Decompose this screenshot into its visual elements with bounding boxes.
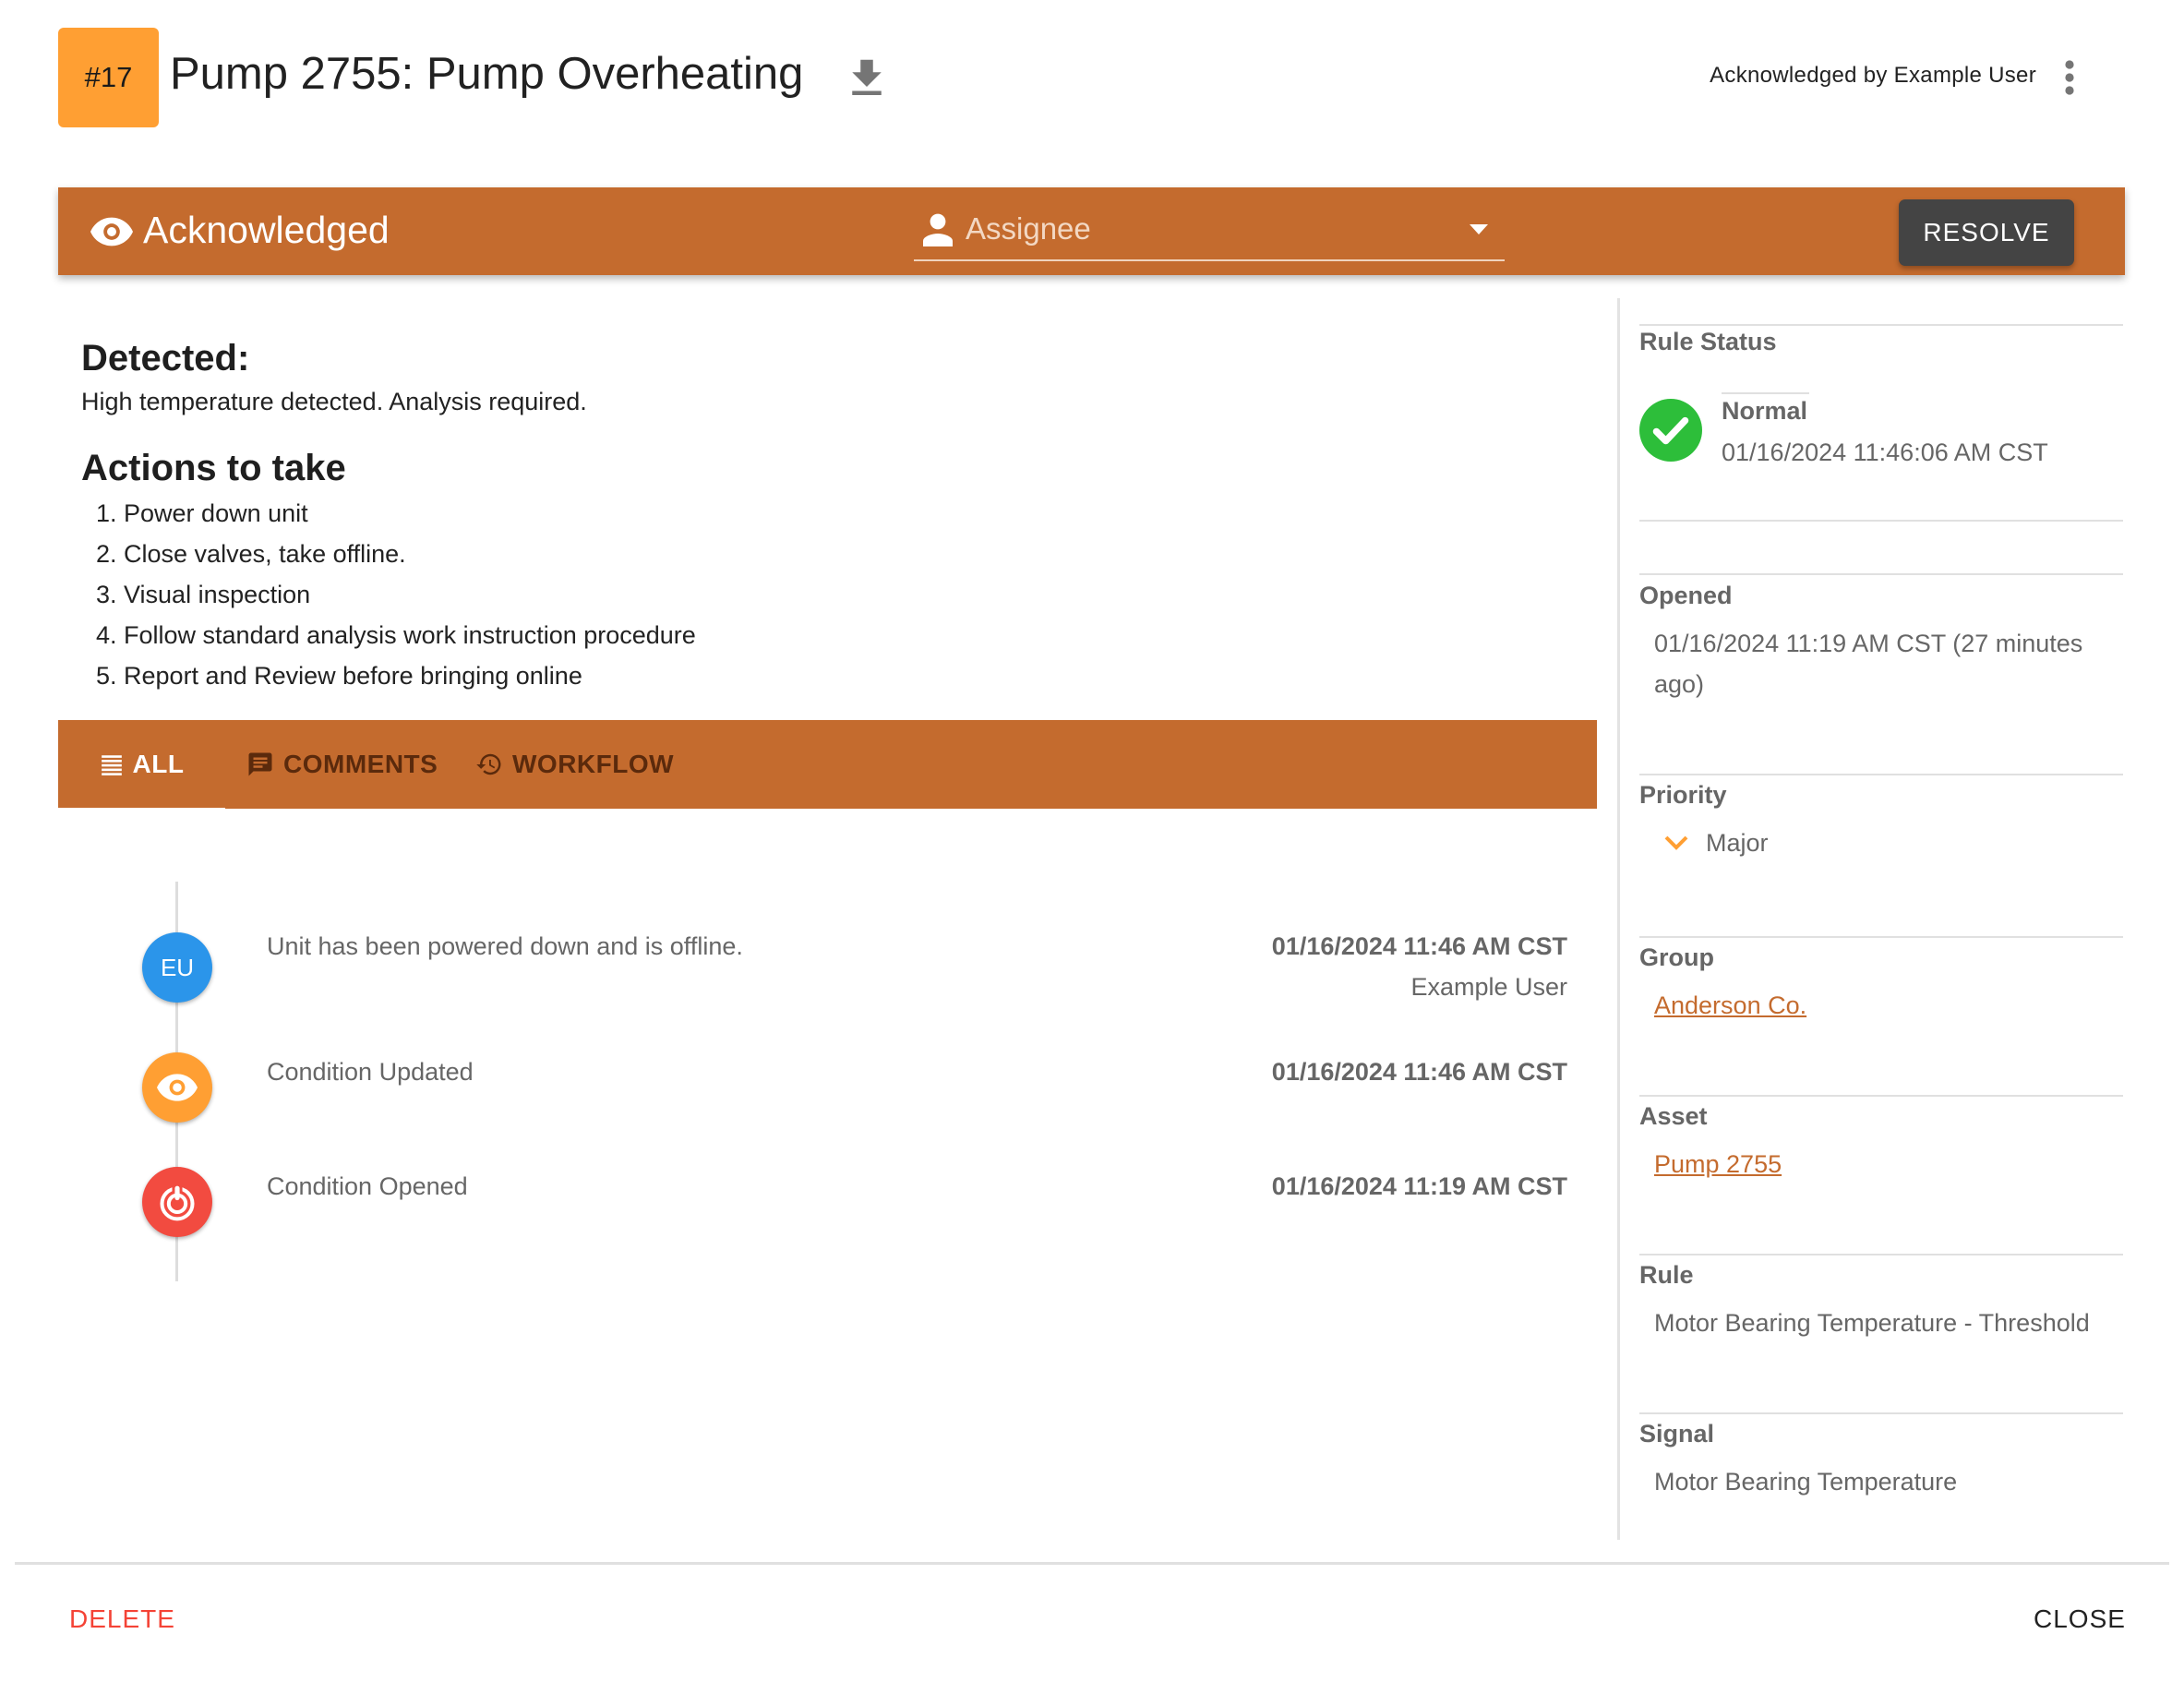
actions-list: 1. Power down unit 2. Close valves, take… bbox=[96, 495, 696, 698]
alarm-target-icon bbox=[160, 1183, 195, 1221]
action-item: 5. Report and Review before bringing onl… bbox=[96, 662, 582, 690]
section-separator bbox=[1639, 936, 2123, 938]
rule-status-timestamp: 01/16/2024 11:46:06 AM CST bbox=[1722, 439, 2048, 466]
condition-number-badge: #17 bbox=[58, 28, 159, 127]
section-separator bbox=[1639, 1254, 2123, 1255]
section-separator bbox=[1639, 520, 2123, 522]
comment-icon bbox=[248, 752, 272, 776]
status-bar: Acknowledged Assignee RESOLVE bbox=[58, 187, 2125, 275]
condition-opened-avatar bbox=[142, 1167, 212, 1237]
history-icon bbox=[476, 753, 501, 775]
user-avatar: EU bbox=[142, 932, 212, 1003]
detected-heading: Detected: bbox=[81, 338, 250, 378]
rule-status-label: Rule Status bbox=[1639, 328, 1777, 355]
activity-tabs: ALL COMMENTS WORKFLOW bbox=[58, 720, 1597, 812]
priority-value: Major bbox=[1706, 829, 1769, 857]
opened-label: Opened bbox=[1639, 582, 1733, 609]
section-separator bbox=[1639, 774, 2123, 775]
tab-all[interactable]: ALL bbox=[58, 720, 225, 812]
assignee-select[interactable]: Assignee bbox=[914, 208, 1505, 261]
section-separator bbox=[1639, 573, 2123, 575]
acknowledged-by-text: Acknowledged by Example User bbox=[1710, 63, 2036, 88]
action-item: 4. Follow standard analysis work instruc… bbox=[96, 621, 696, 649]
action-item: 1. Power down unit bbox=[96, 499, 308, 527]
page-title: Pump 2755: Pump Overheating bbox=[170, 49, 804, 99]
eye-icon bbox=[90, 217, 133, 246]
tab-label: COMMENTS bbox=[283, 750, 438, 778]
timeline-entry-time: 01/16/2024 11:46 AM CST bbox=[1271, 1058, 1567, 1086]
timeline-entry-text: Unit has been powered down and is offlin… bbox=[267, 932, 743, 960]
rule-value: Motor Bearing Temperature - Threshold bbox=[1654, 1309, 2090, 1337]
section-separator bbox=[1639, 324, 2123, 326]
sidebar-divider bbox=[1617, 298, 1620, 1540]
timeline-entry-time: 01/16/2024 11:19 AM CST bbox=[1271, 1172, 1567, 1200]
timeline-entry-text: Condition Opened bbox=[267, 1172, 468, 1200]
section-separator bbox=[1639, 1095, 2123, 1097]
close-button[interactable]: CLOSE bbox=[2034, 1604, 2126, 1634]
signal-label: Signal bbox=[1639, 1420, 1715, 1448]
status-label: Acknowledged bbox=[143, 209, 390, 251]
download-button[interactable] bbox=[842, 54, 892, 103]
asset-label: Asset bbox=[1639, 1102, 1708, 1130]
check-circle-icon bbox=[1639, 399, 1702, 462]
opened-value: 01/16/2024 11:19 AM CST (27 minutes ago) bbox=[1654, 630, 2083, 698]
download-icon bbox=[852, 59, 882, 95]
eye-icon bbox=[157, 1074, 198, 1101]
dropdown-arrow-icon bbox=[1470, 224, 1488, 234]
priority-label: Priority bbox=[1639, 781, 1727, 809]
group-link[interactable]: Anderson Co. bbox=[1654, 985, 1806, 1026]
group-label: Group bbox=[1639, 943, 1714, 971]
resolve-button[interactable]: RESOLVE bbox=[1899, 199, 2074, 266]
list-icon bbox=[101, 755, 122, 775]
tab-label: ALL bbox=[132, 750, 185, 778]
tab-workflow[interactable]: WORKFLOW bbox=[475, 720, 674, 809]
section-separator bbox=[1639, 1412, 2123, 1414]
detected-text: High temperature detected. Analysis requ… bbox=[81, 388, 587, 415]
delete-button[interactable]: DELETE bbox=[69, 1604, 175, 1634]
action-item: 2. Close valves, take offline. bbox=[96, 540, 406, 568]
footer-divider bbox=[15, 1562, 2169, 1565]
avatar-initials: EU bbox=[160, 953, 195, 981]
asset-link[interactable]: Pump 2755 bbox=[1654, 1144, 1782, 1184]
more-vert-icon bbox=[2065, 60, 2074, 95]
timeline-entry-user: Example User bbox=[1410, 973, 1567, 1001]
actions-heading: Actions to take bbox=[81, 448, 346, 488]
status-underline bbox=[1722, 392, 1809, 394]
condition-updated-avatar bbox=[142, 1052, 212, 1123]
more-options-button[interactable] bbox=[2057, 59, 2082, 96]
assignee-placeholder: Assignee bbox=[966, 211, 1091, 246]
tab-comments[interactable]: COMMENTS bbox=[246, 720, 438, 809]
timeline-entry-time: 01/16/2024 11:46 AM CST bbox=[1271, 932, 1567, 960]
person-icon bbox=[923, 213, 953, 246]
active-tab-indicator bbox=[58, 808, 225, 812]
signal-value: Motor Bearing Temperature bbox=[1654, 1468, 1958, 1496]
timeline-entry-text: Condition Updated bbox=[267, 1058, 474, 1086]
action-item: 3. Visual inspection bbox=[96, 581, 311, 608]
tab-label: WORKFLOW bbox=[512, 750, 675, 778]
rule-label: Rule bbox=[1639, 1261, 1694, 1289]
rule-status-state: Normal bbox=[1722, 397, 1808, 425]
chevron-down-icon bbox=[1664, 835, 1688, 850]
